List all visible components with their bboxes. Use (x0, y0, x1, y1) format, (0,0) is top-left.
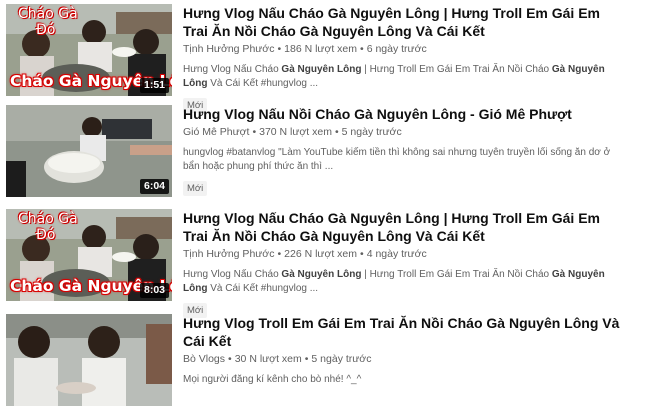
upload-age: 5 ngày trước (311, 353, 372, 365)
video-thumbnail[interactable] (6, 314, 172, 406)
video-result[interactable]: 6:04 Hưng Vlog Nấu Nồi Cháo Gà Nguyên Lô… (0, 105, 660, 205)
video-duration: 1:51 (139, 78, 169, 93)
video-byline: Tịnh Hưởng Phước • 226 N lượt xem • 4 ngày t… (183, 248, 427, 260)
channel-name[interactable]: Gió Mê Phượt (183, 126, 249, 138)
video-description: Mọi người đăng kí kênh cho bò nhé! ^_^ (183, 373, 623, 387)
video-byline: Tịnh Hưởng Phước • 186 N lượt xem • 6 ngày t… (183, 43, 427, 55)
video-meta: Hưng Vlog Nấu Cháo Gà Nguyên Lông | Hưng… (183, 4, 623, 113)
channel-name[interactable]: Bò Vlogs (183, 353, 225, 365)
view-count: 30 N lượt xem (234, 353, 302, 365)
thumbnail-overlay-text: Đó (36, 22, 56, 38)
video-duration: 6:04 (139, 179, 169, 194)
video-byline: Bò Vlogs • 30 N lượt xem • 5 ngày trước (183, 353, 372, 365)
description-text: Và Cái Kết #hungvlog ... (207, 283, 319, 294)
video-byline: Gió Mê Phượt • 370 N lượt xem • 5 ngày trước (183, 126, 402, 138)
thumbnail-image (6, 314, 172, 406)
video-thumbnail[interactable]: Cháo Gà Đó Cháo Gà Nguyên Lông 8:03 (6, 209, 172, 301)
video-result[interactable]: Cháo Gà Đó Cháo Gà Nguyên Lông 8:03 Hưng… (0, 209, 660, 318)
description-text: Và Cái Kết #hungvlog ... (207, 78, 319, 89)
video-description: hungvlog #batanvlog "Làm YouTube kiếm ti… (183, 146, 623, 174)
thumbnail-overlay-text: Cháo Gà (18, 6, 78, 22)
video-duration: 8:03 (139, 283, 169, 298)
video-thumbnail[interactable]: 6:04 (6, 105, 172, 197)
video-title[interactable]: Hưng Vlog Troll Em Gái Em Trai Ăn Nồi Ch… (183, 314, 623, 350)
video-meta: Hưng Vlog Nấu Cháo Gà Nguyên Lông | Hưng… (183, 209, 623, 318)
upload-age: 4 ngày trước (366, 248, 427, 260)
description-text: hungvlog #batanvlog "Làm YouTube kiếm ti… (183, 147, 611, 172)
description-text: Hưng Vlog Nấu Cháo (183, 64, 282, 75)
thumbnail-overlay-text: Đó (36, 227, 56, 243)
video-title[interactable]: Hưng Vlog Nấu Cháo Gà Nguyên Lông | Hưng… (183, 209, 623, 245)
video-title[interactable]: Hưng Vlog Nấu Nồi Cháo Gà Nguyên Lông - … (183, 105, 623, 123)
video-result[interactable]: Cháo Gà Đó Cháo Gà Nguyên Lông 1:51 Hưng… (0, 4, 660, 113)
video-meta: Hưng Vlog Troll Em Gái Em Trai Ăn Nồi Ch… (183, 314, 623, 387)
upload-age: 5 ngày trước (341, 126, 402, 138)
description-text: | Hưng Troll Em Gái Em Trai Ăn Nồi Cháo (361, 64, 552, 75)
channel-name[interactable]: Tịnh Hưởng Phước (183, 248, 274, 260)
video-result[interactable]: Hưng Vlog Troll Em Gái Em Trai Ăn Nồi Ch… (0, 314, 660, 414)
thumbnail-overlay-text: Cháo Gà (18, 211, 78, 227)
video-meta: Hưng Vlog Nấu Nồi Cháo Gà Nguyên Lông - … (183, 105, 623, 196)
new-badge: Mới (183, 181, 208, 196)
upload-age: 6 ngày trước (366, 43, 427, 55)
description-text: Mọi người đăng kí kênh cho bò nhé! ^_^ (183, 374, 362, 385)
video-description: Hưng Vlog Nấu Cháo Gà Nguyên Lông | Hưng… (183, 63, 623, 91)
video-thumbnail[interactable]: Cháo Gà Đó Cháo Gà Nguyên Lông 1:51 (6, 4, 172, 96)
view-count: 226 N lượt xem (284, 248, 357, 260)
video-title[interactable]: Hưng Vlog Nấu Cháo Gà Nguyên Lông | Hưng… (183, 4, 623, 40)
description-text: | Hưng Troll Em Gái Em Trai Ăn Nồi Cháo (361, 269, 552, 280)
description-text: Hưng Vlog Nấu Cháo (183, 269, 282, 280)
description-match: Gà Nguyên Lông (281, 64, 362, 75)
channel-name[interactable]: Tịnh Hưởng Phước (183, 43, 274, 55)
video-description: Hưng Vlog Nấu Cháo Gà Nguyên Lông | Hưng… (183, 268, 623, 296)
view-count: 370 N lượt xem (259, 126, 332, 138)
description-match: Gà Nguyên Lông (281, 269, 362, 280)
view-count: 186 N lượt xem (284, 43, 357, 55)
